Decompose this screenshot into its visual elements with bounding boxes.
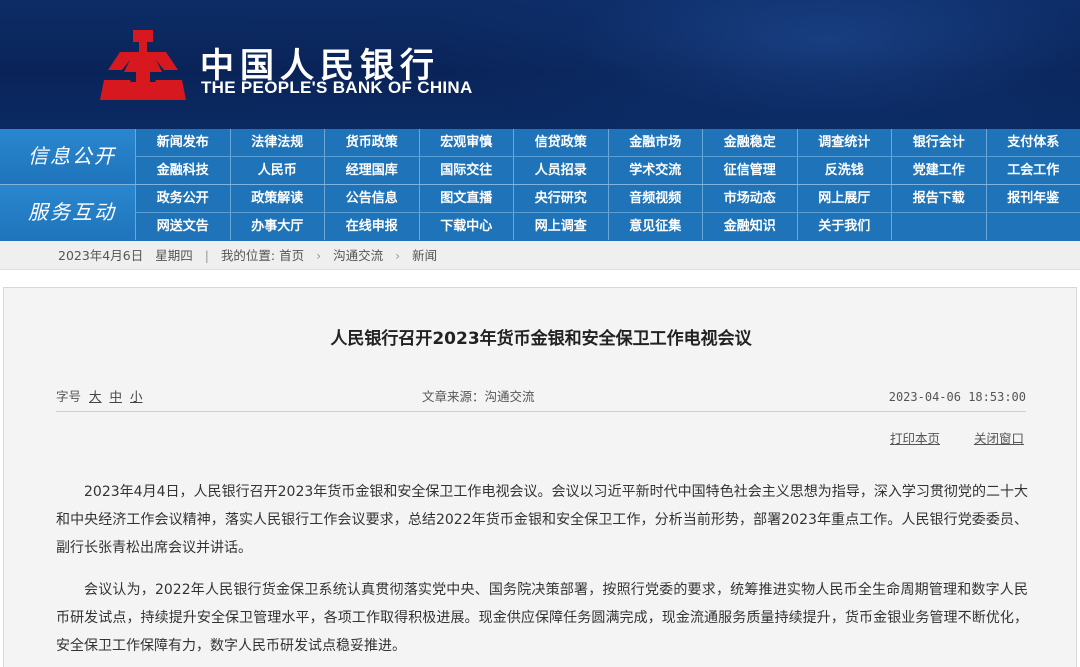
article-panel: 人民银行召开2023年货币金银和安全保卫工作电视会议 字号 大 中 小 文章来源… [3,287,1077,667]
nav-item-academic[interactable]: 学术交流 [607,157,703,184]
nav-item-party-building[interactable]: 党建工作 [891,157,986,184]
logo-english-text[interactable]: THE PEOPLE'S BANK OF CHINA [201,78,473,98]
header-banner: 中国人民银行 THE PEOPLE'S BANK OF CHINA [0,0,1080,129]
nav-item-empty [891,213,986,240]
nav-item-about-us[interactable]: 关于我们 [796,213,892,240]
nav-row: 新闻发布 法律法规 货币政策 宏观审慎 信贷政策 金融市场 金融稳定 调查统计 … [135,129,1080,156]
nav-item-recruitment[interactable]: 人员招录 [513,157,608,184]
font-size-controls: 字号 大 中 小 [56,387,143,407]
nav-item-download-center[interactable]: 下载中心 [418,213,514,240]
nav-item-online-filing[interactable]: 在线申报 [324,213,419,240]
nav-row: 金融科技 人民币 经理国库 国际交往 人员招录 学术交流 征信管理 反洗钱 党建… [135,157,1080,184]
close-window-link[interactable]: 关闭窗口 [974,431,1024,446]
nav-item-online-exhibition[interactable]: 网上展厅 [796,185,892,212]
nav-item-treasury[interactable]: 经理国库 [324,157,419,184]
nav-category-title[interactable]: 信息公开 [0,129,135,184]
nav-item-research[interactable]: 央行研究 [513,185,608,212]
nav-item-service-hall[interactable]: 办事大厅 [229,213,325,240]
nav-item-announcements[interactable]: 公告信息 [324,185,419,212]
font-size-small-button[interactable]: 小 [130,389,143,404]
breadcrumb-home[interactable]: 首页 [279,241,304,270]
breadcrumb-news[interactable]: 新闻 [412,241,437,270]
nav-item-international[interactable]: 国际交往 [418,157,514,184]
nav-item-empty [985,213,1080,240]
article-meta: 字号 大 中 小 文章来源：沟通交流 2023-04-06 18:53:00 [56,387,1026,407]
nav-item-anti-money-laundering[interactable]: 反洗钱 [796,157,892,184]
article-tools: 打印本页 关闭窗口 [860,428,1024,447]
pboc-emblem-icon[interactable] [100,28,186,104]
nav-item-credit-policy[interactable]: 信贷政策 [513,129,608,156]
breadcrumb: 2023年4月6日 星期四 | 我的位置: 首页 › 沟通交流 › 新闻 [0,241,1080,270]
chevron-right-icon: › [395,248,401,263]
nav-item-live-broadcast[interactable]: 图文直播 [418,185,514,212]
main-navigation: 信息公开 新闻发布 法律法规 货币政策 宏观审慎 信贷政策 金融市场 金融稳定 … [0,129,1080,241]
nav-item-financial-knowledge[interactable]: 金融知识 [702,213,797,240]
nav-item-credit-reference[interactable]: 征信管理 [702,157,797,184]
nav-item-opinion-collection[interactable]: 意见征集 [607,213,703,240]
nav-category-title[interactable]: 服务互动 [0,185,135,240]
article-source: 文章来源：沟通交流 [422,389,535,404]
print-page-link[interactable]: 打印本页 [890,431,940,446]
nav-item-payment-system[interactable]: 支付体系 [985,129,1080,156]
nav-item-news-release[interactable]: 新闻发布 [135,129,230,156]
nav-item-policy-interpretation[interactable]: 政策解读 [229,185,325,212]
nav-item-macroprudential[interactable]: 宏观审慎 [418,129,514,156]
nav-item-yearbook[interactable]: 报刊年鉴 [985,185,1080,212]
meta-divider [56,411,1026,412]
nav-item-report-download[interactable]: 报告下载 [891,185,986,212]
nav-section-info: 信息公开 新闻发布 法律法规 货币政策 宏观审慎 信贷政策 金融市场 金融稳定 … [0,129,1080,184]
nav-item-fintech[interactable]: 金融科技 [135,157,230,184]
article-paragraph: 2023年4月4日，人民银行召开2023年货币金银和安全保卫工作电视会议。会议以… [56,484,1028,556]
location-label: 我的位置: [220,248,276,263]
nav-item-audio-video[interactable]: 音频视频 [607,185,703,212]
nav-item-rmb[interactable]: 人民币 [229,157,325,184]
nav-item-online-survey[interactable]: 网上调查 [513,213,608,240]
current-date: 2023年4月6日 [58,248,144,263]
breadcrumb-separator: | [204,248,209,263]
nav-item-laws[interactable]: 法律法规 [229,129,325,156]
nav-item-market-news[interactable]: 市场动态 [702,185,797,212]
nav-row: 网送文告 办事大厅 在线申报 下载中心 网上调查 意见征集 金融知识 关于我们 [135,213,1080,240]
font-size-medium-button[interactable]: 中 [110,389,123,404]
article-body: 2023年4月4日，人民银行召开2023年货币金银和安全保卫工作电视会议。会议以… [56,478,1028,667]
chevron-right-icon: › [316,248,322,263]
nav-item-statistics[interactable]: 调查统计 [796,129,892,156]
article-timestamp: 2023-04-06 18:53:00 [888,390,1026,404]
breadcrumb-communication[interactable]: 沟通交流 [333,241,383,270]
nav-section-service: 服务互动 政务公开 政策解读 公告信息 图文直播 央行研究 音频视频 市场动态 … [0,185,1080,240]
nav-item-gov-affairs[interactable]: 政务公开 [135,185,230,212]
current-weekday: 星期四 [155,248,193,263]
font-size-large-button[interactable]: 大 [89,389,102,404]
nav-row: 政务公开 政策解读 公告信息 图文直播 央行研究 音频视频 市场动态 网上展厅 … [135,185,1080,212]
nav-item-document-delivery[interactable]: 网送文告 [135,213,230,240]
nav-item-financial-market[interactable]: 金融市场 [607,129,703,156]
article-paragraph: 会议认为，2022年人民银行货金保卫系统认真贯彻落实党中央、国务院决策部署，按照… [56,582,1028,654]
nav-item-financial-stability[interactable]: 金融稳定 [702,129,797,156]
article-title: 人民银行召开2023年货币金银和安全保卫工作电视会议 [330,329,752,349]
nav-item-bank-accounting[interactable]: 银行会计 [891,129,986,156]
nav-item-union[interactable]: 工会工作 [985,157,1080,184]
font-size-label: 字号 [56,389,82,404]
banner-glow [430,0,1080,129]
nav-item-monetary-policy[interactable]: 货币政策 [324,129,419,156]
